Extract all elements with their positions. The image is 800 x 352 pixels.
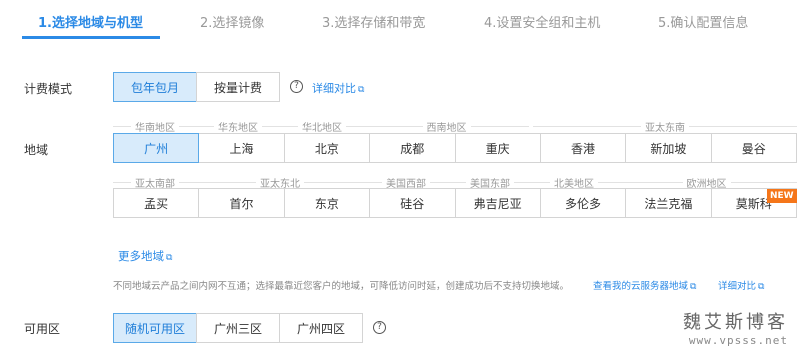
more-regions-link[interactable]: 更多地域 ⧉: [118, 248, 172, 264]
region-note: 不同地域云产品之间内网不互通；选择最靠近您客户的地域，可降低访问时延，创建成功后…: [113, 281, 570, 292]
region-tokyo[interactable]: 东京: [283, 188, 371, 218]
region-group-label: 华南地区: [135, 123, 175, 134]
region-chongqing[interactable]: 重庆: [454, 133, 541, 163]
region-shanghai[interactable]: 上海: [198, 133, 285, 163]
zone-label: 可用区: [24, 322, 61, 336]
billing-help-icon[interactable]: ?: [290, 80, 303, 93]
step-3-tab[interactable]: 3.选择存储和带宽: [322, 12, 425, 31]
region-chengdu[interactable]: 成都: [369, 133, 456, 163]
region-silicon-valley[interactable]: 硅谷: [369, 188, 456, 218]
region-guangzhou[interactable]: 广州: [113, 133, 200, 163]
zone-option-random[interactable]: 随机可用区: [113, 313, 197, 343]
region-row-2: 孟买 首尔 东京 硅谷 弗吉尼亚 多伦多 法兰克福 莫斯科: [113, 188, 797, 218]
my-servers-region-link[interactable]: 查看我的云服务器地域 ⧉: [593, 278, 696, 292]
region-hongkong[interactable]: 香港: [539, 133, 627, 163]
region-group-southwest: 西南地区: [364, 119, 529, 134]
watermark-title: 魏艾斯博客: [683, 312, 788, 333]
step-1-tab[interactable]: 1.选择地域与机型: [38, 12, 143, 31]
region-group-label: 华东地区: [218, 123, 258, 134]
active-step-indicator: [22, 36, 160, 39]
region-bangkok[interactable]: 曼谷: [710, 133, 797, 163]
billing-label: 计费模式: [24, 82, 73, 96]
more-regions-label: 更多地域: [118, 249, 164, 263]
region-mumbai[interactable]: 孟买: [113, 188, 200, 218]
my-servers-region-label: 查看我的云服务器地域: [593, 281, 689, 292]
zone-option-guangzhou-3[interactable]: 广州三区: [196, 313, 280, 343]
external-link-icon: ⧉: [758, 282, 765, 292]
region-group-asia-southeast: 亚太东南: [533, 119, 797, 134]
step-5-tab[interactable]: 5.确认配置信息: [658, 12, 748, 31]
region-label: 地域: [24, 143, 49, 157]
region-compare-link[interactable]: 详细对比 ⧉: [718, 278, 764, 292]
billing-option-postpaid[interactable]: 按量计费: [196, 72, 280, 102]
billing-compare-label: 详细对比: [312, 82, 356, 95]
step-2-tab[interactable]: 2.选择镜像: [200, 12, 264, 31]
region-virginia[interactable]: 弗吉尼亚: [454, 188, 541, 218]
region-singapore[interactable]: 新加坡: [625, 133, 712, 163]
external-link-icon: ⧉: [690, 282, 697, 292]
new-badge: NEW: [767, 189, 797, 203]
zone-help-icon[interactable]: ?: [373, 321, 386, 334]
region-compare-label: 详细对比: [718, 281, 757, 292]
region-group-label: 西南地区: [426, 123, 467, 134]
external-link-icon: ⧉: [358, 85, 365, 95]
region-seoul[interactable]: 首尔: [198, 188, 285, 218]
region-group-south-china: 华南地区: [113, 119, 197, 134]
region-beijing[interactable]: 北京: [283, 133, 371, 163]
region-group-east-china: 华东地区: [196, 119, 280, 134]
region-group-label: 华北地区: [302, 123, 342, 134]
region-toronto[interactable]: 多伦多: [539, 188, 627, 218]
step-tabs: 1.选择地域与机型 2.选择镜像 3.选择存储和带宽 4.设置安全组和主机 5.…: [0, 0, 800, 40]
external-link-icon: ⧉: [166, 253, 173, 263]
zone-option-guangzhou-4[interactable]: 广州四区: [279, 313, 363, 343]
region-group-label: 亚太东南: [645, 123, 685, 134]
billing-option-prepaid[interactable]: 包年包月: [113, 72, 197, 102]
region-group-north-china: 华北地区: [280, 119, 364, 134]
region-frankfurt[interactable]: 法兰克福: [625, 188, 712, 218]
region-row-1: 广州 上海 北京 成都 重庆 香港 新加坡 曼谷: [113, 133, 797, 163]
watermark: 魏艾斯博客 www.vpsss.net: [683, 308, 788, 347]
billing-compare-link[interactable]: 详细对比 ⧉: [312, 80, 364, 96]
watermark-url: www.vpsss.net: [688, 334, 788, 347]
step-4-tab[interactable]: 4.设置安全组和主机: [484, 12, 600, 31]
